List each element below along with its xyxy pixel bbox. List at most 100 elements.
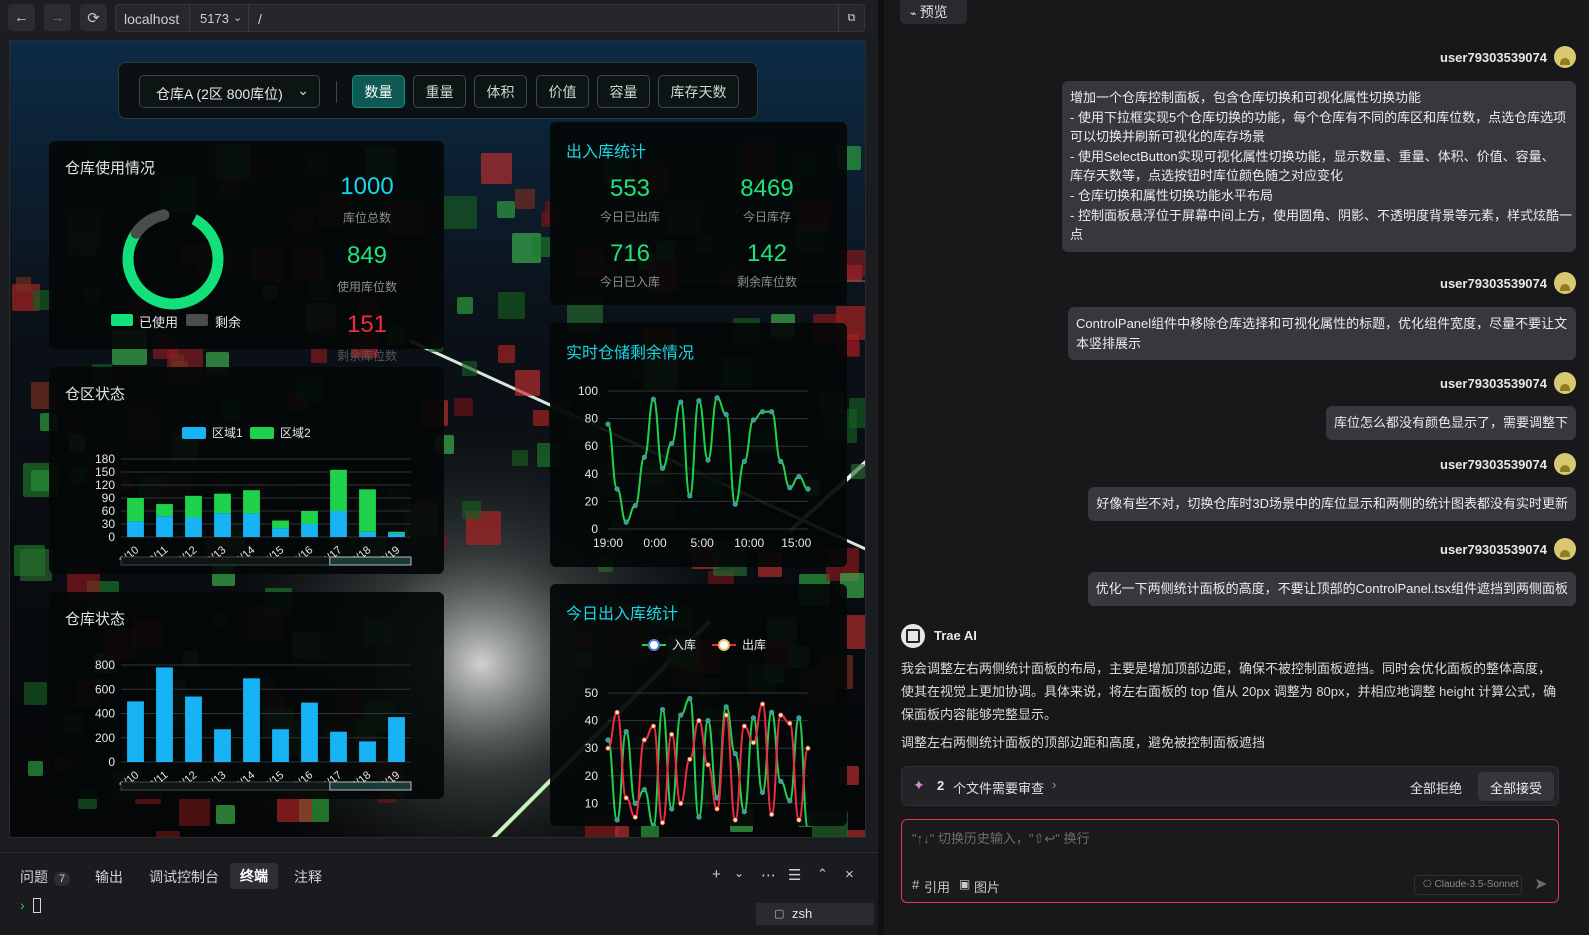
chat-username: user79303539074 xyxy=(1440,457,1547,472)
tab-output[interactable]: 输出 xyxy=(95,867,123,887)
storage-slot-cube[interactable] xyxy=(497,291,525,319)
forward-icon[interactable]: → xyxy=(44,4,71,31)
warehouse-status-panel: 仓库状态 0 200 400 600 800 2/10 2/11 2/12 2/13 2/14 2/… xyxy=(49,592,444,799)
review-text[interactable]: 个文件需要审查 xyxy=(953,778,1044,797)
chevron-up-icon[interactable]: ⌃ xyxy=(817,866,828,882)
realtime-remaining-chart: 0 20 40 60 80 100 19:00 0:00 5:00 10:00 15:00 xyxy=(578,384,812,550)
message-line: - 仓库切换和属性切换功能水平布局 xyxy=(1070,187,1273,203)
data-point xyxy=(796,817,802,823)
storage-slot-cube[interactable] xyxy=(443,195,478,230)
message-line: - 控制面板悬浮位于屏幕中间上方，使用圆角、阴影、不透明度背景等元素，样式炫酷一 xyxy=(1070,207,1572,223)
y-tick-label: 60 xyxy=(585,439,599,453)
app-viewport: 仓库A (2区 800库位) ⌄ 数量 重量 体积 价值 容量 库存天数 仓库使… xyxy=(9,40,866,838)
attr-button-capacity[interactable]: 容量 xyxy=(597,75,650,108)
storage-slot-cube[interactable] xyxy=(462,500,481,520)
total-slots-value: 1000 xyxy=(340,173,394,200)
storage-slot-cube[interactable] xyxy=(532,409,549,426)
storage-slot-cube[interactable] xyxy=(512,449,528,466)
send-icon[interactable]: ➤ xyxy=(1534,874,1547,894)
address-bar[interactable]: localhost 5173 ⌄ / ⧉ xyxy=(115,4,865,32)
close-icon[interactable]: × xyxy=(845,866,854,883)
free-slot-count-value: 142 xyxy=(746,240,788,267)
bar-区域2 xyxy=(243,490,260,514)
out-today-value: 553 xyxy=(609,175,651,202)
terminal-instance[interactable]: ▢ zsh xyxy=(756,903,874,925)
avatar xyxy=(1554,272,1576,294)
y-tick-label: 10 xyxy=(585,796,599,810)
tab-debug-console[interactable]: 调试控制台 xyxy=(149,867,219,887)
data-point xyxy=(696,718,702,724)
data-point xyxy=(778,712,784,718)
settings-sliders-icon[interactable]: ☰ xyxy=(788,866,801,884)
image-icon[interactable]: ▣ xyxy=(959,877,970,891)
data-point xyxy=(650,396,657,402)
storage-slot-cube[interactable] xyxy=(156,830,180,837)
attr-button-value[interactable]: 价值 xyxy=(536,75,589,108)
tab-comments[interactable]: 注释 xyxy=(294,867,322,887)
y-tick-label: 90 xyxy=(102,491,116,505)
chat-input[interactable]: "↑↓" 切换历史输入，"⇧↩" 换行 # 引用 ▣ 图片 ⎔ Claude-3… xyxy=(901,819,1559,903)
storage-slot-cube[interactable] xyxy=(456,297,474,314)
hash-icon[interactable]: # xyxy=(912,877,919,892)
attr-button-volume[interactable]: 体积 xyxy=(474,75,527,108)
storage-slot-cube[interactable] xyxy=(16,276,31,292)
storage-slot-cube[interactable] xyxy=(19,548,52,581)
back-icon[interactable]: ← xyxy=(8,4,35,31)
reject-all-button[interactable]: 全部拒绝 xyxy=(1410,778,1462,797)
bar-value xyxy=(388,717,405,762)
quote-button[interactable]: 引用 xyxy=(924,877,950,896)
attr-button-quantity[interactable]: 数量 xyxy=(352,75,405,108)
image-button[interactable]: 图片 xyxy=(974,877,1000,896)
legend-marker xyxy=(718,639,730,651)
preview-button[interactable]: ⌁ 预览 xyxy=(900,0,967,24)
avatar xyxy=(1554,46,1576,68)
data-point xyxy=(687,756,693,762)
storage-slot-cube[interactable] xyxy=(179,794,210,826)
model-selector[interactable]: ⎔ Claude-3.5-Sonnet xyxy=(1414,875,1522,895)
storage-slot-cube[interactable] xyxy=(480,152,513,184)
tab-terminal[interactable]: 终端 xyxy=(230,863,278,889)
y-tick-label: 180 xyxy=(95,452,115,466)
storage-slot-cube[interactable] xyxy=(514,188,535,209)
storage-slot-cube[interactable] xyxy=(848,398,865,428)
chevron-down-icon[interactable]: ⌄ xyxy=(734,866,744,880)
storage-slot-cube[interactable] xyxy=(216,805,236,825)
data-point xyxy=(641,787,647,793)
bar-区域2 xyxy=(330,469,347,511)
storage-slot-cube[interactable] xyxy=(462,361,477,376)
url-port[interactable]: 5173 xyxy=(200,11,229,26)
storage-slot-cube[interactable] xyxy=(497,200,515,219)
chevron-down-icon[interactable]: ⌄ xyxy=(233,11,242,24)
data-point xyxy=(623,795,629,801)
terminal-cursor[interactable] xyxy=(33,898,41,913)
warehouse-select[interactable]: 仓库A (2区 800库位) ⌄ xyxy=(139,75,320,108)
storage-slot-cube[interactable] xyxy=(850,464,865,479)
attr-button-weight[interactable]: 重量 xyxy=(413,75,466,108)
ai-summary: 调整左右两侧统计面板的顶部边距和高度，避免被控制面板遮挡 xyxy=(901,735,1266,750)
control-divider xyxy=(336,81,337,103)
storage-slot-cube[interactable] xyxy=(731,837,764,838)
data-point xyxy=(605,745,611,751)
storage-slot-cube[interactable] xyxy=(614,826,629,837)
more-icon[interactable]: ⋯ xyxy=(761,866,776,884)
attr-button-stock-days[interactable]: 库存天数 xyxy=(658,75,739,108)
add-terminal-icon[interactable]: + xyxy=(712,866,721,883)
storage-slot-cube[interactable] xyxy=(515,370,541,396)
chevron-right-icon[interactable]: › xyxy=(1052,777,1056,792)
storage-slot-cube[interactable] xyxy=(847,829,865,837)
storage-slot-cube[interactable] xyxy=(453,397,473,417)
y-tick-label: 40 xyxy=(585,714,599,728)
browser-pane: ← → ⟳ localhost 5173 ⌄ / ⧉ 仓库A (2区 800库位… xyxy=(0,0,878,935)
tab-problems[interactable]: 问题 7 xyxy=(20,867,71,887)
open-external-icon[interactable]: ⧉ xyxy=(838,5,864,31)
message-line: 本竖排展示 xyxy=(1076,335,1142,351)
storage-slot-cube[interactable] xyxy=(23,681,47,705)
storage-slot-cube[interactable] xyxy=(498,345,516,363)
storage-slot-cube[interactable] xyxy=(531,237,552,257)
y-tick-label: 800 xyxy=(95,658,115,672)
accept-all-button[interactable]: 全部接受 xyxy=(1478,772,1554,801)
storage-slot-cube[interactable] xyxy=(640,824,660,837)
reload-icon[interactable]: ⟳ xyxy=(80,4,107,31)
storage-slot-cube[interactable] xyxy=(28,761,44,777)
data-point xyxy=(641,454,647,460)
